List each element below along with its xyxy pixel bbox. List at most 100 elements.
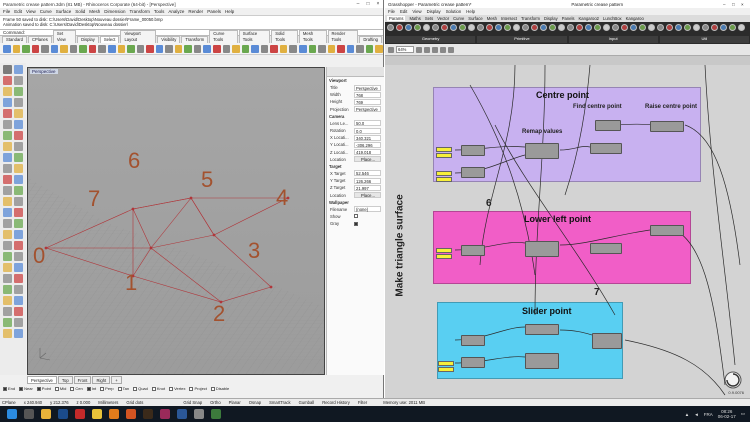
tool-icon[interactable]	[337, 44, 345, 53]
component-icon[interactable]	[711, 24, 718, 31]
tool-icon[interactable]	[356, 44, 364, 53]
tool-icon[interactable]	[41, 44, 49, 53]
checkbox-icon[interactable]	[36, 386, 41, 391]
menu-item-tools[interactable]: Tools	[154, 9, 165, 14]
tool-icon[interactable]	[14, 208, 23, 217]
gh-menu-view[interactable]: View	[412, 9, 421, 14]
tab-transform[interactable]: Transform	[181, 36, 209, 43]
component-icon[interactable]	[729, 24, 736, 31]
menu-item-solid[interactable]: Solid	[75, 9, 85, 14]
tool-icon[interactable]	[3, 186, 12, 195]
tool-icon[interactable]	[3, 87, 12, 96]
tool-icon[interactable]	[3, 318, 12, 327]
osnap-mid[interactable]: Mid	[54, 386, 66, 391]
gh-component[interactable]	[461, 357, 485, 368]
tool-icon[interactable]	[3, 65, 12, 74]
number-slider[interactable]	[436, 171, 452, 176]
gh-tab-intersect[interactable]: Intersect	[501, 16, 517, 21]
tool-icon[interactable]	[14, 76, 23, 85]
osnap-end[interactable]: End	[3, 386, 15, 391]
tool-icon[interactable]	[232, 44, 240, 53]
gh-tab-lunchbox[interactable]: LunchBox	[603, 16, 622, 21]
component-icon[interactable]	[549, 24, 556, 31]
tool-icon[interactable]	[98, 44, 107, 53]
y-target-field[interactable]: 126.266	[354, 177, 381, 184]
tool-icon[interactable]	[3, 241, 12, 250]
menu-item-analyze[interactable]: Analyze	[168, 9, 184, 14]
task-view-icon[interactable]	[24, 409, 34, 419]
checkbox-icon[interactable]	[189, 386, 194, 391]
tool-icon[interactable]	[241, 44, 250, 53]
maximize-icon[interactable]: □	[732, 2, 741, 7]
tab-visibility[interactable]: Visibility	[157, 36, 181, 43]
gh-tab-maths[interactable]: Maths	[409, 16, 420, 21]
tool-icon[interactable]	[3, 197, 12, 206]
toggle-grid-snap[interactable]: Grid Snap	[183, 400, 202, 405]
component-icon[interactable]	[405, 24, 412, 31]
tab-standard[interactable]: Standard	[2, 36, 27, 43]
number-slider[interactable]	[438, 361, 454, 366]
viewport-title[interactable]: Perspective	[30, 69, 58, 74]
toggle-record-history[interactable]: Record History	[322, 400, 350, 405]
tool-icon[interactable]	[146, 44, 154, 53]
tool-icon[interactable]	[3, 120, 12, 129]
tool-icon[interactable]	[60, 44, 68, 53]
minimize-icon[interactable]: –	[723, 2, 732, 7]
tool-icon[interactable]	[14, 175, 23, 184]
tool-icon[interactable]	[79, 44, 87, 53]
tool-icon[interactable]	[50, 44, 59, 53]
gh-tab-sets[interactable]: Sets	[425, 16, 433, 21]
current-layer[interactable]: Grid dots	[126, 400, 143, 405]
tool-icon[interactable]	[203, 44, 212, 53]
units-label[interactable]: Millimeters	[98, 400, 118, 405]
gh-tab-kangaroo2[interactable]: Kangaroo2	[579, 16, 600, 21]
tool-icon[interactable]	[327, 44, 336, 53]
component-icon[interactable]	[504, 24, 511, 31]
tool-icon[interactable]	[14, 131, 23, 140]
gh-component[interactable]	[525, 353, 559, 369]
menu-item-render[interactable]: Render	[188, 9, 203, 14]
component-icon[interactable]	[675, 24, 682, 31]
ribbon-group-geometry[interactable]: Geometry	[386, 36, 476, 43]
toggle-osnap[interactable]: Osnap	[249, 400, 261, 405]
toggle-filter[interactable]: Filter	[358, 400, 367, 405]
gh-component[interactable]	[461, 245, 485, 256]
tool-icon[interactable]	[14, 318, 23, 327]
point-marker[interactable]	[212, 233, 216, 237]
toggle-ortho[interactable]: Ortho	[210, 400, 220, 405]
tool-icon[interactable]	[289, 44, 297, 53]
maximize-icon[interactable]: □	[363, 0, 373, 8]
tool-icon[interactable]	[3, 98, 12, 107]
number-slider[interactable]	[436, 254, 452, 259]
osnap-tan[interactable]: Tan	[117, 386, 129, 391]
tool-icon[interactable]	[14, 296, 23, 305]
tool-icon[interactable]	[3, 219, 12, 228]
component-icon[interactable]	[648, 24, 655, 31]
osnap-quad[interactable]: Quad	[133, 386, 148, 391]
tool-icon[interactable]	[3, 153, 12, 162]
menu-item-mesh[interactable]: Mesh	[89, 9, 100, 14]
tool-icon[interactable]	[31, 44, 40, 53]
component-icon[interactable]	[486, 24, 493, 31]
component-icon[interactable]	[693, 24, 700, 31]
tool-icon[interactable]	[14, 65, 23, 74]
close-icon[interactable]: ×	[373, 0, 383, 8]
sketch-icon[interactable]	[424, 46, 430, 53]
checkbox-icon[interactable]	[117, 386, 122, 391]
gh-component[interactable]	[461, 335, 485, 346]
tool-icon[interactable]	[3, 274, 12, 283]
tab-solid-tools[interactable]: Solid Tools	[271, 30, 298, 43]
component-icon[interactable]	[684, 24, 691, 31]
tool-icon[interactable]	[14, 230, 23, 239]
component-icon[interactable]	[738, 24, 745, 31]
menu-item-help[interactable]: Help	[225, 9, 234, 14]
tool-icon[interactable]	[3, 307, 12, 316]
zoom-extents-icon[interactable]	[416, 46, 422, 53]
tool-icon[interactable]	[127, 44, 135, 53]
tool-icon[interactable]	[184, 44, 192, 53]
tool-icon[interactable]	[14, 153, 23, 162]
tool-icon[interactable]	[375, 44, 383, 53]
tool-icon[interactable]	[14, 164, 23, 173]
component-icon[interactable]	[558, 24, 565, 31]
tab-display[interactable]: Display	[77, 36, 99, 43]
